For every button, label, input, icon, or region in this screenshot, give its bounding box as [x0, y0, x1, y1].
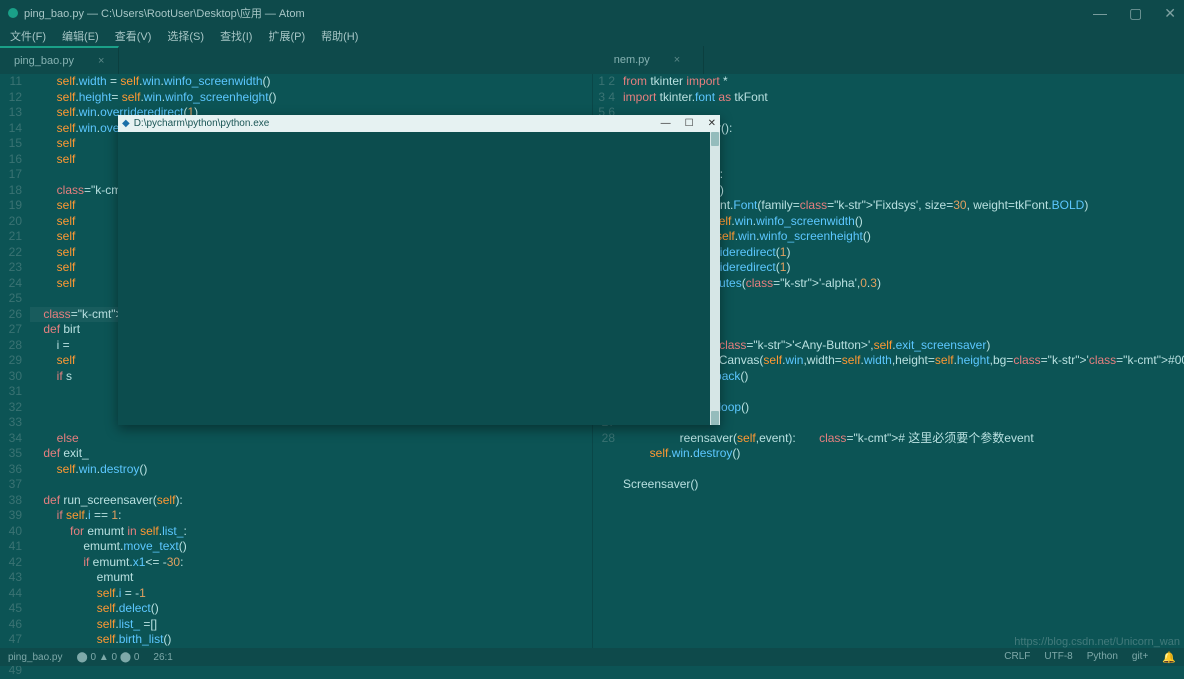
popup-close-icon[interactable]: ✕: [708, 118, 716, 129]
status-line-ending[interactable]: CRLF: [1004, 651, 1030, 664]
tab-label: nem.py: [614, 54, 650, 66]
popup-maximize-icon[interactable]: ☐: [685, 118, 694, 129]
tab-nem[interactable]: nem.py ×: [600, 46, 704, 74]
status-git[interactable]: git+: [1132, 651, 1148, 664]
tab-ping-bao[interactable]: ping_bao.py ×: [0, 46, 119, 74]
status-bar: ping_bao.py ⬤ 0 ▲ 0 ⬤ 0 26:1 CRLF UTF-8 …: [0, 648, 1184, 666]
popup-titlebar[interactable]: ◆ D:\pycharm\python\python.exe — ☐ ✕: [118, 115, 720, 132]
app-icon: [8, 8, 18, 18]
popup-body[interactable]: [118, 132, 720, 425]
status-diagnostics[interactable]: ⬤ 0 ▲ 0 ⬤ 0: [77, 652, 140, 663]
menu-edit[interactable]: 编辑(E): [62, 28, 99, 44]
tab-close-icon[interactable]: ×: [98, 55, 104, 67]
menu-help[interactable]: 帮助(H): [321, 28, 358, 44]
status-file[interactable]: ping_bao.py: [8, 652, 63, 663]
status-encoding[interactable]: UTF-8: [1044, 651, 1072, 664]
menu-view[interactable]: 查看(V): [115, 28, 152, 44]
tab-label: ping_bao.py: [14, 55, 74, 67]
python-console-window[interactable]: ◆ D:\pycharm\python\python.exe — ☐ ✕: [118, 115, 720, 425]
window-title: ping_bao.py — C:\Users\RootUser\Desktop\…: [24, 5, 305, 21]
status-language[interactable]: Python: [1087, 651, 1118, 664]
menu-bar: 文件(F) 编辑(E) 查看(V) 选择(S) 查找(I) 扩展(P) 帮助(H…: [0, 26, 1184, 46]
window-titlebar: ping_bao.py — C:\Users\RootUser\Desktop\…: [0, 0, 1184, 26]
python-icon: ◆: [122, 118, 130, 129]
watermark: https://blog.csdn.net/Unicorn_wan: [1014, 636, 1180, 648]
notifications-icon[interactable]: 🔔: [1162, 651, 1176, 664]
popup-scrollbar[interactable]: [710, 132, 720, 425]
menu-find[interactable]: 查找(I): [220, 28, 252, 44]
popup-title-text: D:\pycharm\python\python.exe: [134, 118, 270, 129]
menu-select[interactable]: 选择(S): [167, 28, 204, 44]
menu-file[interactable]: 文件(F): [10, 28, 46, 44]
scroll-thumb-top[interactable]: [711, 132, 719, 146]
menu-packages[interactable]: 扩展(P): [268, 28, 305, 44]
tab-bar: ping_bao.py × nem.py ×: [0, 46, 1184, 74]
window-close-icon[interactable]: ✕: [1164, 5, 1176, 22]
line-gutter: 11 12 13 14 15 16 17 18 19 20 21 22 23 2…: [0, 74, 30, 648]
window-minimize-icon[interactable]: —: [1093, 5, 1107, 22]
scroll-thumb-bottom[interactable]: [711, 411, 719, 425]
window-maximize-icon[interactable]: ▢: [1129, 5, 1142, 22]
status-cursor-pos[interactable]: 26:1: [153, 652, 172, 663]
popup-minimize-icon[interactable]: —: [661, 118, 671, 129]
tab-close-icon[interactable]: ×: [674, 54, 680, 66]
